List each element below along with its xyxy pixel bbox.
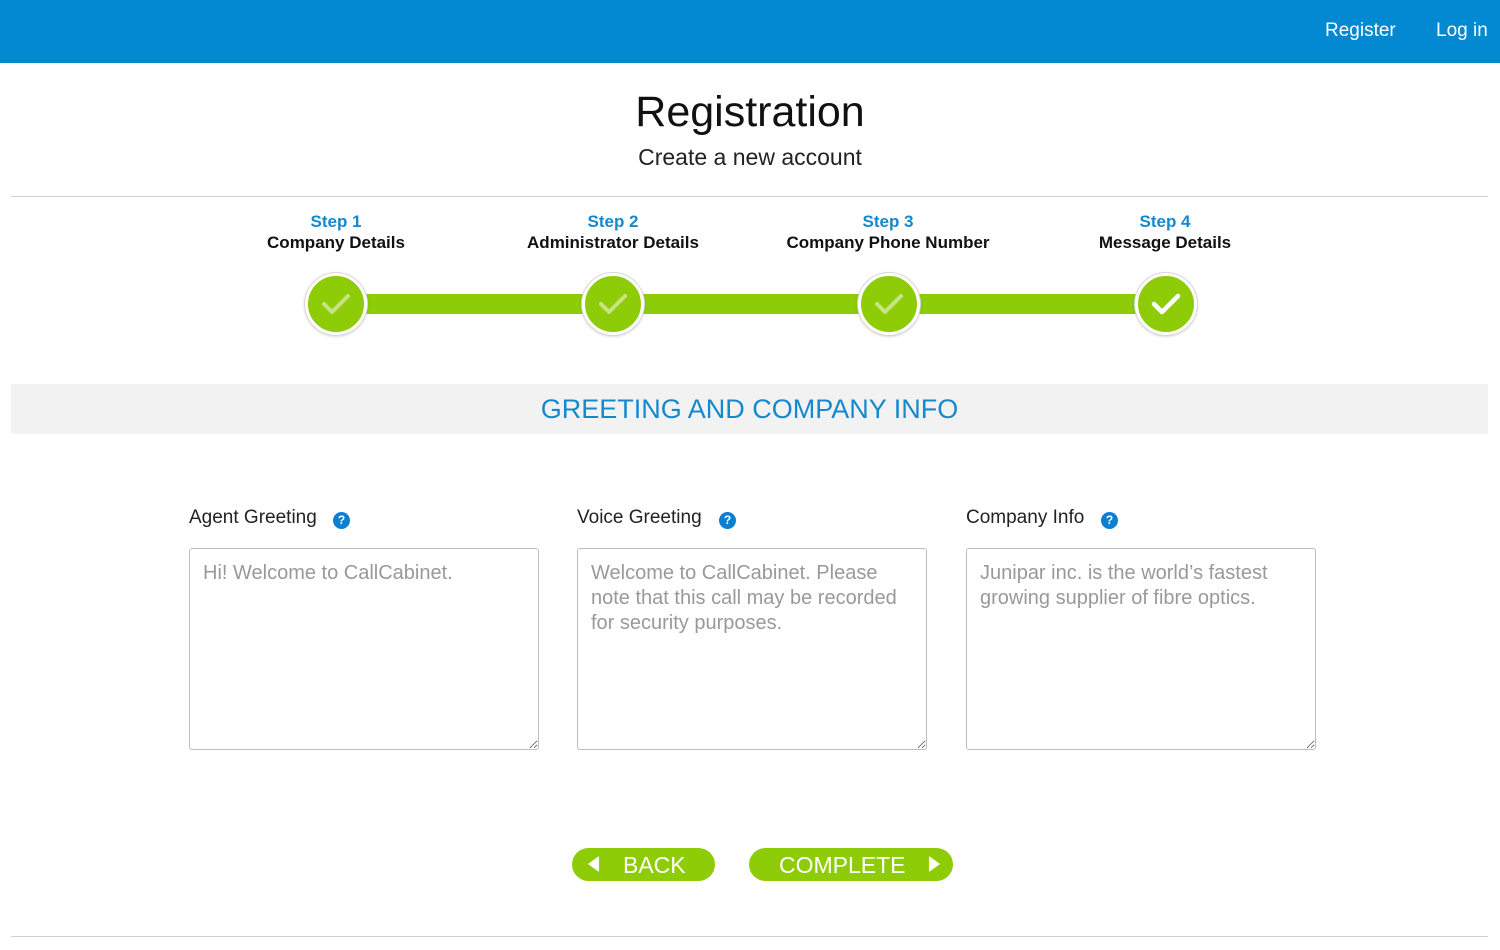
section-header-band: GREETING AND COMPANY INFO — [11, 384, 1488, 434]
back-button[interactable]: BACK — [572, 848, 715, 881]
step-1-number: Step 1 — [310, 212, 362, 231]
top-navigation-bar: Register Log in — [0, 0, 1500, 63]
caret-right-icon — [929, 856, 940, 872]
help-icon[interactable]: ? — [1101, 512, 1118, 529]
header-divider — [11, 196, 1488, 197]
back-button-label: BACK — [623, 852, 686, 878]
step-2-number: Step 2 — [587, 212, 639, 231]
step-3-label: Step 3 Company Phone Number — [758, 212, 1018, 254]
section-title: GREETING AND COMPANY INFO — [540, 394, 959, 424]
step-3-number: Step 3 — [862, 212, 914, 231]
check-icon — [322, 294, 350, 314]
voice-greeting-textarea[interactable] — [577, 548, 927, 750]
login-link[interactable]: Log in — [1436, 20, 1488, 42]
company-info-textarea[interactable] — [966, 548, 1316, 750]
page-title: Registration — [635, 88, 865, 136]
help-icon[interactable]: ? — [719, 512, 736, 529]
page-subtitle: Create a new account — [638, 144, 862, 170]
voice-greeting-label: Voice Greeting — [577, 507, 702, 528]
step-2-label: Step 2 Administrator Details — [483, 212, 743, 254]
caret-left-icon — [588, 856, 599, 872]
step-progress-track — [336, 294, 1166, 314]
footer-divider — [11, 936, 1488, 937]
agent-greeting-textarea[interactable] — [189, 548, 539, 750]
step-3-name: Company Phone Number — [786, 233, 990, 252]
step-4-label: Step 4 Message Details — [1035, 212, 1295, 254]
step-4-name: Message Details — [1098, 233, 1232, 252]
complete-button[interactable]: COMPLETE — [749, 848, 953, 881]
step-1-name: Company Details — [267, 233, 405, 252]
step-2-circle[interactable] — [582, 273, 644, 335]
check-icon — [875, 294, 903, 314]
agent-greeting-label: Agent Greeting — [189, 507, 317, 528]
register-link[interactable]: Register — [1325, 20, 1396, 42]
step-1-label: Step 1 Company Details — [206, 212, 466, 254]
help-icon[interactable]: ? — [333, 512, 350, 529]
check-icon — [1151, 293, 1181, 315]
step-1-circle[interactable] — [305, 273, 367, 335]
step-3-circle[interactable] — [858, 273, 920, 335]
complete-button-label: COMPLETE — [779, 852, 906, 878]
check-icon — [599, 294, 627, 314]
company-info-label: Company Info — [966, 507, 1085, 528]
step-4-number: Step 4 — [1139, 212, 1191, 231]
step-4-circle[interactable] — [1135, 273, 1197, 335]
step-2-name: Administrator Details — [527, 233, 699, 252]
